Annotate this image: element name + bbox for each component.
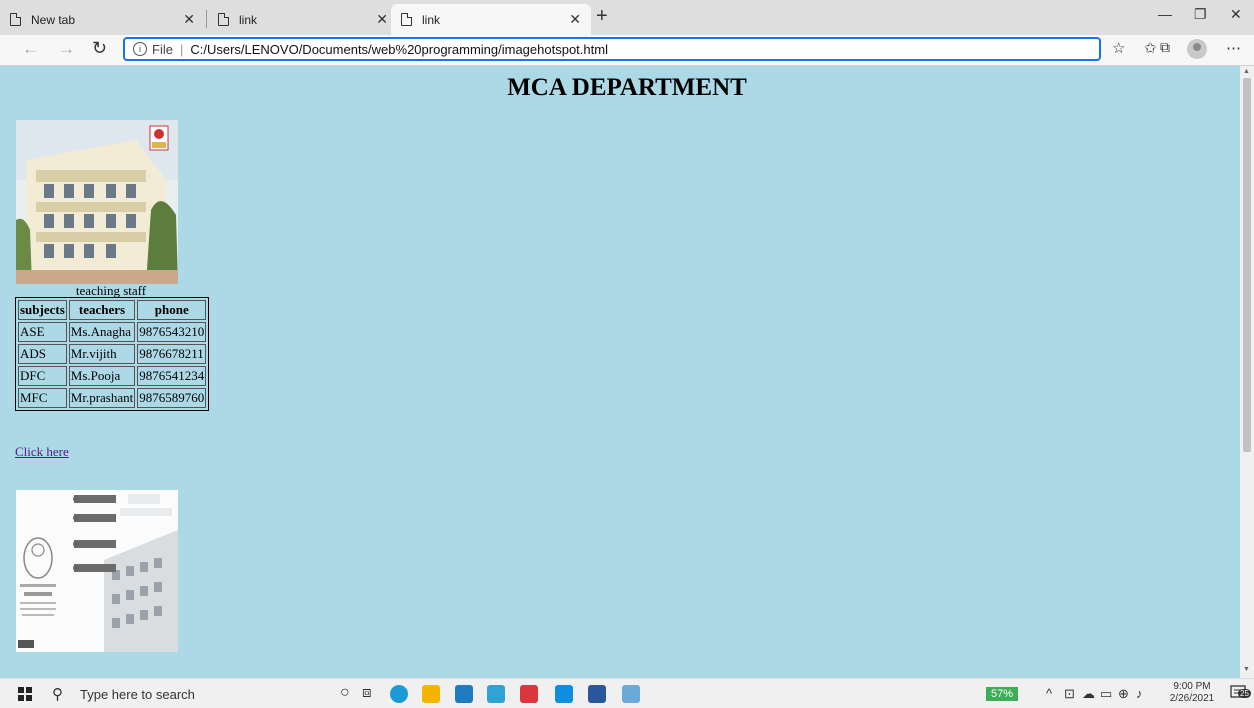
info-icon[interactable]: i xyxy=(133,42,147,56)
windows-taskbar: ⚲ Type here to search ○ ⧈ 57% ^ ⊡ ☁ ▭ ⊕ … xyxy=(0,678,1254,708)
tab-link-1[interactable]: link ✕ xyxy=(208,4,398,35)
task-view-icon[interactable]: ⧈ xyxy=(362,684,372,701)
url-text[interactable]: C:/Users/LENOVO/Documents/web%20programm… xyxy=(190,42,608,57)
volume-icon[interactable]: ♪ xyxy=(1136,686,1143,701)
cortana-icon[interactable]: ○ xyxy=(340,684,350,702)
forward-arrow-icon[interactable]: → xyxy=(58,39,75,59)
table-cell: 9876589760 xyxy=(137,388,207,408)
file-scheme-label: File xyxy=(152,41,173,57)
chevron-up-icon[interactable]: ^ xyxy=(1046,686,1052,701)
table-cell: Ms.Anagha xyxy=(68,322,136,342)
battery-icon[interactable]: ▭ xyxy=(1100,686,1112,702)
network-icon[interactable]: ⊕ xyxy=(1118,686,1129,702)
table-cell: ADS xyxy=(18,344,67,364)
collections-icon[interactable]: ⧉ xyxy=(1160,39,1170,56)
clock[interactable]: 9:00 PM 2/26/2021 xyxy=(1162,681,1222,705)
maximize-icon[interactable]: ❐ xyxy=(1194,6,1207,23)
tab-link-active[interactable]: link ✕ xyxy=(391,4,591,35)
reload-icon[interactable]: ↻ xyxy=(92,38,107,59)
more-menu-icon[interactable]: ⋯ xyxy=(1226,39,1241,57)
notepad-icon[interactable] xyxy=(622,685,640,703)
table-cell: Mr.vijith xyxy=(68,344,136,364)
scroll-down-icon[interactable]: ▼ xyxy=(1243,666,1250,673)
store-icon[interactable] xyxy=(455,685,473,703)
click-here-link[interactable]: Click here xyxy=(15,444,69,460)
table-cell: Ms.Pooja xyxy=(68,366,136,386)
close-icon[interactable]: ✕ xyxy=(183,11,195,28)
profile-avatar[interactable] xyxy=(1187,39,1207,59)
scrollbar-thumb[interactable] xyxy=(1243,78,1251,452)
app-l-icon[interactable] xyxy=(487,685,505,703)
notification-count: 25 xyxy=(1238,689,1251,698)
address-bar[interactable]: i File | C:/Users/LENOVO/Documents/web%2… xyxy=(123,37,1101,61)
table-row: ADS Mr.vijith 9876678211 xyxy=(18,344,207,364)
battery-indicator[interactable]: 57% xyxy=(986,687,1018,701)
close-icon[interactable]: ✕ xyxy=(376,11,388,28)
word-icon[interactable] xyxy=(588,685,606,703)
table-row: ASE Ms.Anagha 9876543210 xyxy=(18,322,207,342)
new-tab-plus-icon[interactable]: + xyxy=(596,5,608,28)
file-explorer-icon[interactable] xyxy=(422,685,440,703)
close-icon[interactable]: ✕ xyxy=(569,11,581,28)
table-cell: 9876541234 xyxy=(137,366,207,386)
table-row: MFC Mr.prashant 9876589760 xyxy=(18,388,207,408)
table-cell: 9876543210 xyxy=(137,322,207,342)
edge-icon[interactable] xyxy=(390,685,408,703)
search-icon[interactable]: ⚲ xyxy=(52,685,63,703)
tab-label: link xyxy=(422,12,441,27)
tab-strip: New tab ✕ link ✕ link ✕ + — ❐ ✕ xyxy=(0,0,1254,35)
back-arrow-icon[interactable]: ← xyxy=(22,39,39,59)
tab-label: New tab xyxy=(31,12,76,27)
tab-new-tab[interactable]: New tab ✕ xyxy=(0,4,205,35)
clock-time: 9:00 PM xyxy=(1173,681,1211,692)
table-cell: Mr.prashant xyxy=(68,388,136,408)
table-cell: MFC xyxy=(18,388,67,408)
notification-center-icon[interactable]: 25 xyxy=(1230,685,1251,701)
vertical-scrollbar[interactable]: ▲ ▼ xyxy=(1240,66,1254,678)
onedrive-icon[interactable]: ☁ xyxy=(1082,686,1095,702)
clock-date: 2/26/2021 xyxy=(1169,693,1215,704)
college-building-image xyxy=(16,120,178,284)
outlook-icon[interactable] xyxy=(555,685,573,703)
college-hotspot-image[interactable] xyxy=(16,490,178,652)
table-header-row: subjects teachers phone xyxy=(18,300,207,320)
tab-label: link xyxy=(239,12,258,27)
table-row: DFC Ms.Pooja 9876541234 xyxy=(18,366,207,386)
table-cell: DFC xyxy=(18,366,67,386)
tab-divider xyxy=(206,10,207,28)
column-header-teachers: teachers xyxy=(68,300,136,320)
column-header-subjects: subjects xyxy=(18,300,67,320)
taskbar-search-input[interactable]: Type here to search xyxy=(80,687,195,702)
minimize-icon[interactable]: — xyxy=(1158,6,1172,22)
windows-start-icon[interactable] xyxy=(18,687,32,701)
teaching-staff-table: subjects teachers phone ASE Ms.Anagha 98… xyxy=(15,297,210,411)
window-close-icon[interactable]: ✕ xyxy=(1230,6,1242,23)
mcafee-icon[interactable] xyxy=(520,685,538,703)
address-separator: | xyxy=(179,41,184,57)
table-cell: ASE xyxy=(18,322,67,342)
favorites-icon[interactable]: ✩ xyxy=(1144,39,1157,57)
page-title: MCA DEPARTMENT xyxy=(507,74,747,101)
page-icon xyxy=(218,13,229,26)
table-cell: 9876678211 xyxy=(137,344,207,364)
column-header-phone: phone xyxy=(137,300,207,320)
web-page: MCA DEPARTMENT teaching staff subjects t… xyxy=(0,66,1240,678)
browser-toolbar: ← → ↻ i File | C:/Users/LENOVO/Documents… xyxy=(0,35,1254,66)
scroll-up-icon[interactable]: ▲ xyxy=(1243,68,1250,75)
meet-now-icon[interactable]: ⊡ xyxy=(1064,686,1075,702)
add-favorite-icon[interactable]: ☆ xyxy=(1112,39,1125,57)
page-icon xyxy=(10,13,21,26)
page-icon xyxy=(401,13,412,26)
